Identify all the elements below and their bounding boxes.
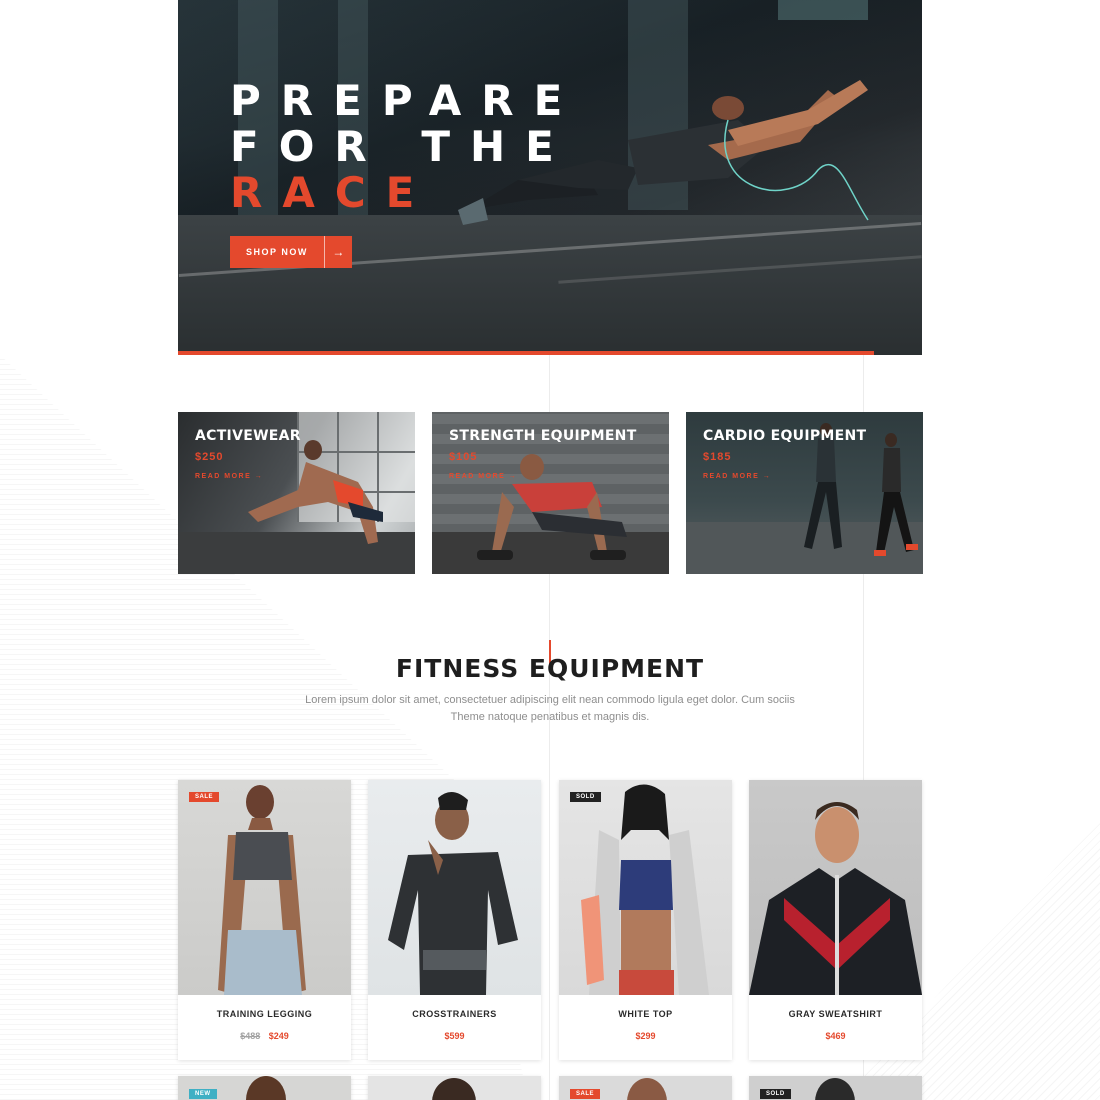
sold-badge: SOLD — [570, 792, 601, 802]
gray-sweatshirt-model — [749, 802, 922, 995]
category-price: $185 — [703, 451, 732, 463]
product-name: TRAINING LEGGING — [216, 1009, 313, 1019]
product-image — [432, 1078, 476, 1100]
new-badge: NEW — [189, 1089, 217, 1099]
category-title: CARDIO EQUIPMENT — [703, 428, 867, 444]
product-prices: $469 — [749, 1031, 922, 1041]
category-card-cardio-equipment[interactable]: CARDIO EQUIPMENT $185 READ MORE → — [686, 412, 923, 574]
product-prices: $599 — [368, 1031, 541, 1041]
read-more-link[interactable]: READ MORE → — [449, 473, 517, 480]
product-name: WHITE TOP — [618, 1009, 673, 1019]
sold-badge: SOLD — [760, 1089, 791, 1099]
current-price: $299 — [635, 1031, 656, 1041]
hero-banner: PREPARE FOR THE RACE SHOP NOW → — [178, 0, 922, 355]
product-card[interactable]: GRAY SWEATSHIRT $469 — [749, 780, 922, 1060]
section-title: FITNESS EQUIPMENT — [395, 654, 705, 683]
sale-badge: SALE — [189, 792, 220, 802]
product-card[interactable]: SALE TRAINING LEGGING $488 $249 — [178, 780, 351, 1060]
product-image — [178, 780, 351, 995]
hero-title-accent: RACE — [230, 168, 435, 217]
hero-title: PREPARE FOR THE RACE — [230, 78, 582, 216]
current-price: $469 — [825, 1031, 846, 1041]
crosstrainers-model — [388, 791, 518, 995]
product-name: GRAY SWEATSHIRT — [788, 1009, 883, 1019]
category-card-activewear[interactable]: ACTIVEWEAR $250 READ MORE → — [178, 412, 415, 574]
read-more-link[interactable]: READ MORE → — [703, 473, 771, 480]
product-card[interactable]: NEW — [178, 1076, 351, 1100]
arrow-right-icon: → — [323, 236, 352, 268]
training-legging-model — [218, 785, 306, 995]
old-price: $488 — [240, 1031, 261, 1041]
read-more-link[interactable]: READ MORE → — [195, 473, 263, 480]
product-card[interactable]: CROSSTRAINERS $599 — [368, 780, 541, 1060]
section-description: Lorem ipsum dolor sit amet, consectetuer… — [305, 694, 795, 723]
hero-title-line: PREPARE — [230, 76, 583, 125]
current-price: $249 — [268, 1031, 289, 1041]
category-price: $105 — [449, 451, 478, 463]
product-card[interactable]: SOLD WHITE TOP $299 — [559, 780, 732, 1060]
shop-now-button[interactable]: SHOP NOW → — [230, 236, 352, 268]
white-top-model — [581, 784, 709, 995]
product-prices: $299 — [559, 1031, 732, 1041]
shop-now-label: SHOP NOW — [246, 247, 308, 257]
product-image — [368, 780, 541, 995]
category-title: STRENGTH EQUIPMENT — [449, 428, 637, 444]
current-price: $599 — [444, 1031, 465, 1041]
hero-accent-bar — [178, 351, 874, 355]
hero-title-line: FOR THE — [230, 122, 574, 171]
product-card[interactable]: SOLD — [749, 1076, 922, 1100]
product-card[interactable]: SALE — [559, 1076, 732, 1100]
category-card-strength-equipment[interactable]: STRENGTH EQUIPMENT $105 READ MORE → — [432, 412, 669, 574]
product-card[interactable] — [368, 1076, 541, 1100]
category-title: ACTIVEWEAR — [195, 428, 301, 444]
background-beam — [778, 0, 868, 20]
product-image — [559, 780, 732, 995]
product-image — [749, 780, 922, 995]
sale-badge: SALE — [570, 1089, 601, 1099]
category-price: $250 — [195, 451, 224, 463]
product-name: CROSSTRAINERS — [412, 1009, 497, 1019]
product-prices: $488 $249 — [178, 1031, 351, 1041]
